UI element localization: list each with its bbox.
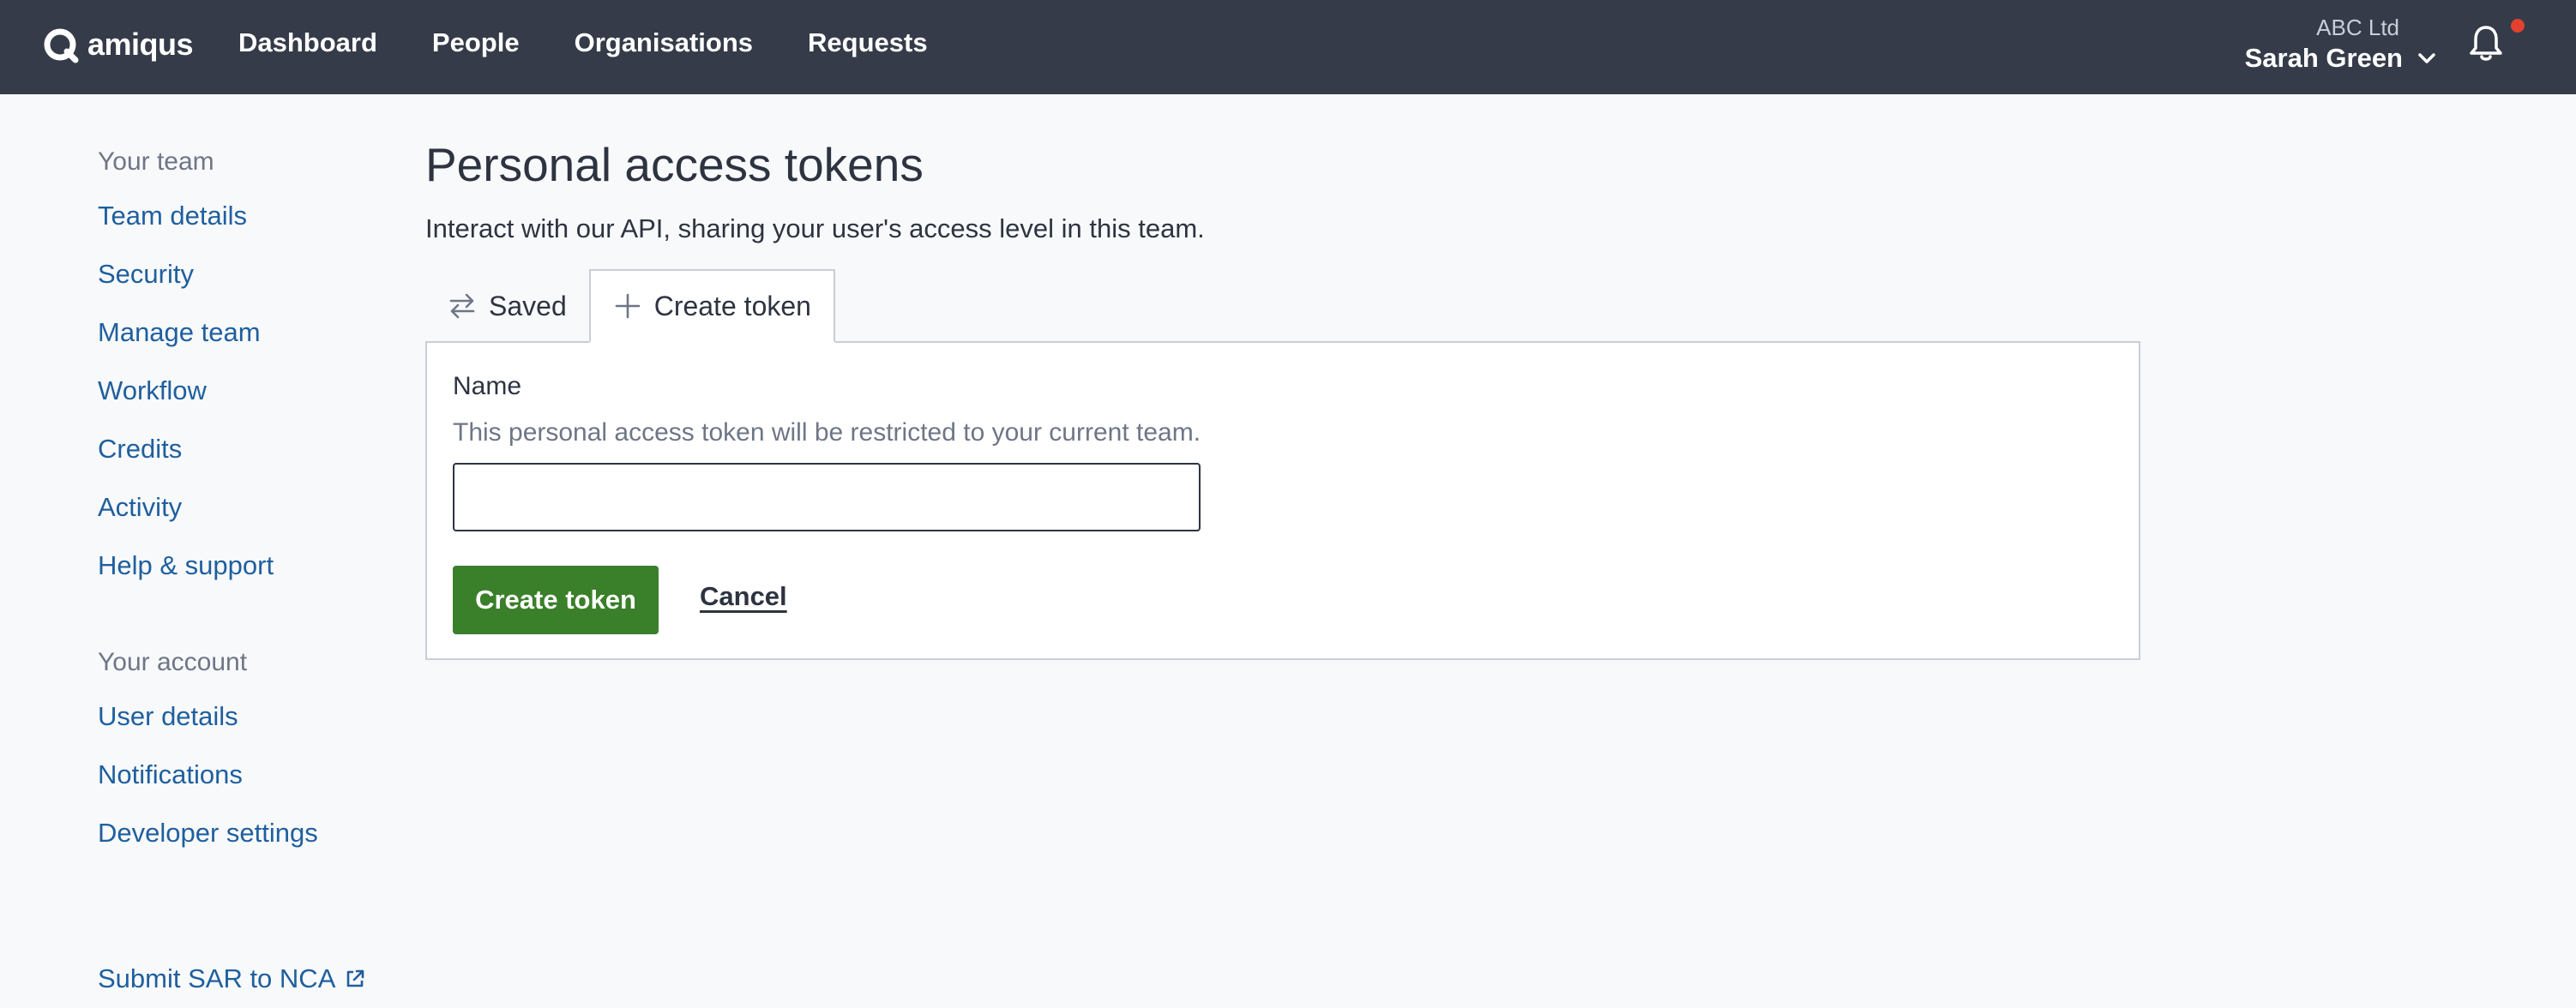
tab-create-token-label: Create token [653,290,811,321]
sidebar-item-submit-sar[interactable]: Submit SAR to NCA [98,950,381,1008]
plus-icon [615,293,641,319]
token-name-input[interactable] [453,463,1201,531]
create-token-button[interactable]: Create token [453,566,659,634]
amiqus-logo[interactable]: amiqus [41,24,194,65]
sidebar-item-security[interactable]: Security [98,245,381,303]
sidebar-item-activity[interactable]: Activity [98,478,381,537]
logo-wordmark: amiqus [87,27,194,62]
tab-saved[interactable]: Saved [425,269,589,343]
account-menu[interactable]: ABC Ltd Sarah Green [2245,12,2439,74]
submit-sar-label: Submit SAR to NCA [98,963,336,993]
sidebar-item-notifications[interactable]: Notifications [98,746,381,804]
cancel-link[interactable]: Cancel [700,581,787,612]
sidebar-item-help-support[interactable]: Help & support [98,537,381,595]
main-content: Personal access tokens Interact with our… [425,132,2140,249]
amiqus-logo-icon [44,28,79,63]
main-navigation: Dashboard People Organisations Requests [238,0,928,86]
sidebar-item-credits[interactable]: Credits [98,420,381,478]
sidebar-item-manage-team[interactable]: Manage team [98,303,381,362]
nav-people[interactable]: People [432,27,520,58]
sidebar-item-team-details[interactable]: Team details [98,187,381,245]
sidebar-item-workflow[interactable]: Workflow [98,362,381,420]
page-title: Personal access tokens [425,138,924,191]
tab-saved-label: Saved [489,290,567,321]
name-field-label: Name [453,372,522,400]
create-token-panel: Name This personal access token will be … [425,341,2140,660]
sidebar-item-developer-settings[interactable]: Developer settings [98,804,381,862]
top-navigation-bar: amiqus Dashboard People Organisations Re… [0,0,2576,94]
notification-badge [2511,19,2525,33]
sidebar-heading-team: Your team [98,147,214,176]
settings-sidebar: Your team Team details Security Manage t… [98,137,381,1008]
name-field-hint: This personal access token will be restr… [453,418,1201,447]
nav-organisations[interactable]: Organisations [575,27,753,58]
swap-arrows-icon [449,293,475,319]
account-user-row: Sarah Green [2245,43,2439,74]
chevron-down-icon [2418,53,2435,63]
nav-dashboard[interactable]: Dashboard [238,27,377,58]
token-tabs: Saved Create token [425,269,835,343]
sidebar-item-user-details[interactable]: User details [98,687,381,746]
external-link-icon [347,969,364,987]
bell-icon[interactable] [2466,22,2506,63]
account-user-name: Sarah Green [2244,43,2403,73]
account-organisation: ABC Ltd [2316,15,2399,40]
page-description: Interact with our API, sharing your user… [425,213,1205,243]
sidebar-heading-account: Your account [98,648,248,676]
tab-create-token[interactable]: Create token [588,269,835,343]
nav-requests[interactable]: Requests [808,27,928,58]
